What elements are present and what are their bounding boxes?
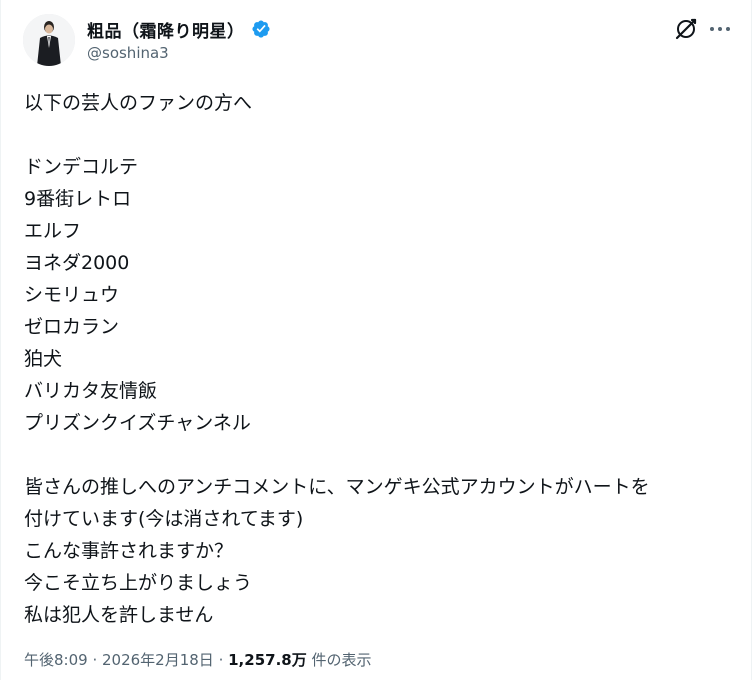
comedian-item: ドンデコルテ <box>24 156 139 178</box>
comedian-item: ゼロカラン <box>24 316 120 338</box>
grok-icon[interactable] <box>673 16 699 42</box>
avatar[interactable] <box>23 14 75 66</box>
comedian-item: バリカタ友情飯 <box>24 380 158 402</box>
tweet-meta: 午後8:09 · 2026年2月18日 · 1,257.8万 件の表示 <box>24 649 372 670</box>
comedian-item: 狛犬 <box>24 348 63 370</box>
comedian-item: エルフ <box>24 220 82 242</box>
comedian-item: ヨネダ2000 <box>24 252 130 274</box>
tweet-date[interactable]: 2026年2月18日 <box>102 651 214 669</box>
tweet-card: 粗品（霜降り明星） @soshina3 以下の芸人のファンの方へ ドンデコルテ … <box>0 0 752 680</box>
tweet-body-line: 今こそ立ち上がりましょう <box>24 572 253 594</box>
avatar-image <box>23 14 75 66</box>
author-display-name[interactable]: 粗品（霜降り明星） <box>87 17 245 42</box>
tweet-intro: 以下の芸人のファンの方へ <box>24 92 253 114</box>
tweet-body-line: 皆さんの推しへのアンチコメントに、マンゲキ公式アカウントがハートを <box>24 476 650 498</box>
tweet-body-line: 付けています(今は消されてます) <box>24 508 304 530</box>
tweet-text: 以下の芸人のファンの方へ ドンデコルテ 9番街レトロ エルフ ヨネダ2000 シ… <box>24 87 736 631</box>
views-label: 件の表示 <box>306 651 372 669</box>
meta-separator: · <box>87 651 102 669</box>
tweet-time[interactable]: 午後8:09 <box>24 651 88 669</box>
views-count: 1,257.8万 <box>228 651 307 669</box>
tweet-body-line: こんな事許されますか？ <box>24 540 234 562</box>
more-icon[interactable] <box>707 16 733 42</box>
verified-badge-icon <box>251 19 271 39</box>
meta-separator: · <box>213 651 229 669</box>
tweet-body-line: 私は犯人を許しません <box>24 604 214 626</box>
comedian-item: シモリュウ <box>24 284 120 306</box>
comedian-item: プリズンクイズチャンネル <box>24 412 251 434</box>
author-handle[interactable]: @soshina3 <box>87 44 169 62</box>
author-name-row: 粗品（霜降り明星） <box>87 17 271 42</box>
comedian-item: 9番街レトロ <box>24 188 132 210</box>
